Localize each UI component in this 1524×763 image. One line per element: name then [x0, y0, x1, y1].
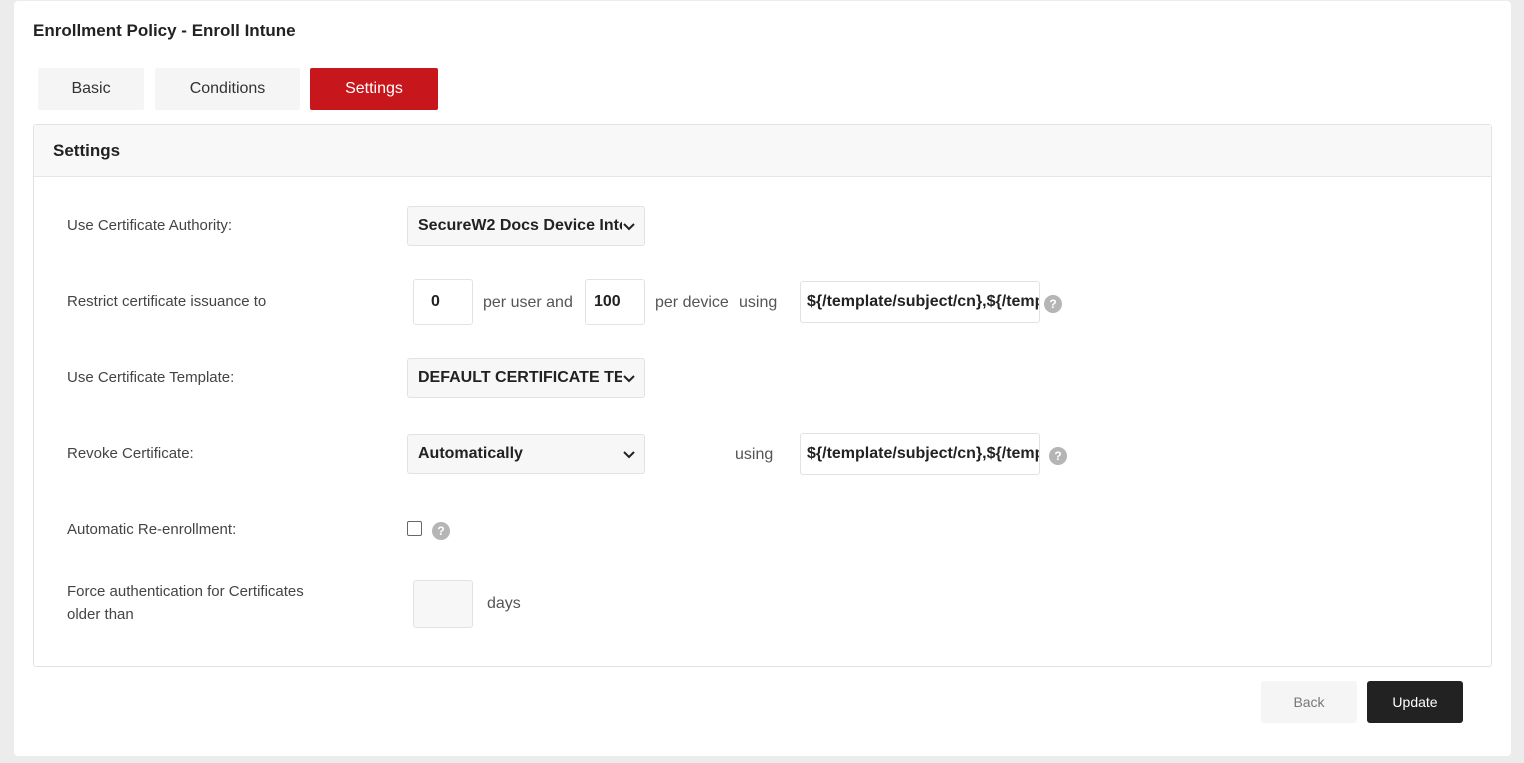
revoke-label: Revoke Certificate: — [67, 445, 194, 462]
revoke-select-value: Automatically — [418, 445, 523, 462]
per-device-input[interactable]: 100 — [585, 279, 645, 325]
tab-basic[interactable]: Basic — [38, 68, 144, 110]
chevron-down-icon — [623, 451, 635, 459]
per-user-input[interactable]: 0 — [413, 279, 473, 325]
revoke-using-input[interactable]: ${/template/subject/cn},${/template/subj… — [800, 433, 1040, 475]
settings-panel-title: Settings — [34, 125, 1491, 177]
tab-conditions[interactable]: Conditions — [155, 68, 300, 110]
restrict-using-input[interactable]: ${/template/subject/cn},${/template/subj… — [800, 281, 1040, 323]
force-auth-days-input[interactable] — [413, 580, 473, 628]
reenroll-checkbox[interactable] — [407, 521, 422, 536]
chevron-down-icon — [623, 223, 635, 231]
revoke-select[interactable]: Automatically — [407, 434, 645, 474]
policy-card: Enrollment Policy - Enroll Intune Basic … — [14, 1, 1511, 756]
force-auth-label: Force authentication for Certificates ol… — [67, 580, 304, 626]
days-text: days — [487, 595, 521, 612]
template-select[interactable]: DEFAULT CERTIFICATE TEMPLATE — [407, 358, 645, 398]
help-icon[interactable]: ? — [1044, 295, 1062, 313]
chevron-down-icon — [623, 375, 635, 383]
update-button[interactable]: Update — [1367, 681, 1463, 723]
per-user-text: per user and — [483, 294, 573, 311]
page-title: Enrollment Policy - Enroll Intune — [33, 21, 296, 40]
restrict-using-text: using — [739, 294, 778, 311]
force-auth-label-line1: Force authentication for Certificates — [67, 583, 304, 600]
tab-settings[interactable]: Settings — [310, 68, 438, 110]
revoke-using-text: using — [735, 446, 774, 463]
reenroll-label: Automatic Re-enrollment: — [67, 521, 237, 538]
ca-select[interactable]: SecureW2 Docs Device Intermediate CA — [407, 206, 645, 246]
help-icon[interactable]: ? — [1049, 447, 1067, 465]
per-device-text: per device — [655, 294, 729, 311]
back-button[interactable]: Back — [1261, 681, 1357, 723]
ca-select-value: SecureW2 Docs Device Intermediate CA — [418, 217, 622, 234]
help-icon[interactable]: ? — [432, 522, 450, 540]
force-auth-label-line2: older than — [67, 606, 134, 623]
template-label: Use Certificate Template: — [67, 369, 235, 386]
settings-panel: Settings Use Certificate Authority: Secu… — [33, 124, 1492, 667]
restrict-label: Restrict certificate issuance to — [67, 293, 267, 310]
ca-label: Use Certificate Authority: — [67, 217, 233, 234]
template-select-value: DEFAULT CERTIFICATE TEMPLATE — [418, 369, 622, 386]
